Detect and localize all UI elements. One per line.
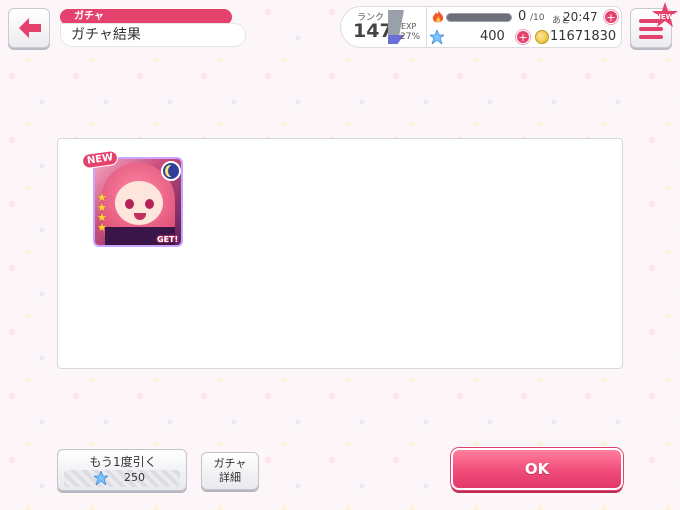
stamina-timer: 20:47 [563,10,598,24]
member-card[interactable]: ★ ★ ★ ★ GET! [93,157,183,247]
add-stamina-button[interactable]: + [604,10,618,24]
gacha-detail-label: 詳細 [219,471,241,484]
rank-value: 147 [353,20,393,42]
gacha-detail-label: ガチャ [213,457,247,470]
card-character-eye [145,199,154,209]
card-get-label: GET! [157,235,179,244]
stamina-value: 0 [518,9,527,24]
coin-icon [535,30,549,44]
coin-count: 11671830 [550,29,617,44]
gacha-detail-button[interactable]: ガチャ 詳細 [201,452,259,490]
exp-label: EXP [401,22,417,31]
star-gem-count: 400 [480,29,505,44]
draw-again-cost: 250 [124,471,145,484]
stamina-max: /10 [530,13,545,23]
back-button[interactable] [8,8,50,48]
card-character-eye [125,199,134,209]
exp-percent: 27% [400,32,421,42]
star-gem-icon [430,30,444,44]
draw-again-label: もう1度引く [89,455,157,469]
menu-icon-line [639,35,663,39]
draw-again-button[interactable]: もう1度引く 250 [57,449,187,491]
cool-attribute-icon [161,161,181,181]
stamina-bar [446,13,512,22]
draw-again-cost-bar [64,470,180,487]
fire-icon [432,10,444,23]
rarity-stars: ★ ★ ★ ★ [97,192,107,234]
rarity-star-icon: ★ [97,221,107,234]
page-title: ガチャ結果 [60,23,246,47]
ok-button[interactable]: OK [451,448,623,490]
arrow-left-icon [19,18,41,38]
menu-new-badge: NEW [655,13,674,21]
star-gem-icon [94,471,108,485]
add-star-gem-button[interactable]: + [516,30,530,44]
